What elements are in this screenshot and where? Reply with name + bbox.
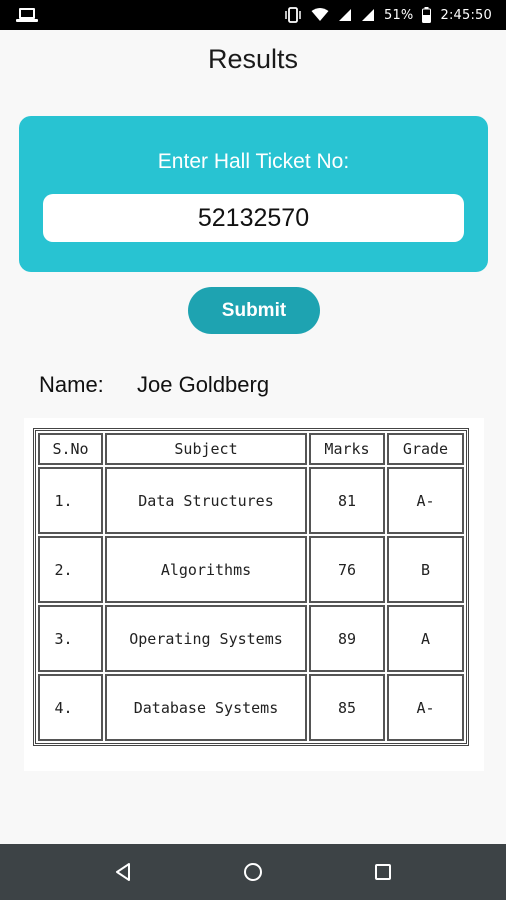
home-icon: [244, 863, 262, 881]
battery-percent: 51%: [383, 7, 414, 23]
cell-subject: Operating Systems: [105, 605, 307, 672]
header-marks: Marks: [309, 433, 385, 465]
cell-grade: A-: [387, 674, 464, 741]
nav-home-button[interactable]: [233, 852, 273, 892]
hall-ticket-input[interactable]: [43, 194, 464, 242]
page-title: Results: [207, 44, 299, 74]
table-row: 4. Database Systems 85 A-: [38, 674, 464, 741]
cell-grade: A: [387, 605, 464, 672]
table-row: 3. Operating Systems 89 A: [38, 605, 464, 672]
back-icon: [116, 863, 130, 881]
clock: 2:45:50: [440, 7, 492, 23]
status-bar: 51% 2:45:50: [0, 0, 506, 30]
results-table: S.No Subject Marks Grade 1. Data Structu…: [33, 428, 469, 746]
ticket-card: Enter Hall Ticket No:: [19, 116, 488, 272]
results-table-container: S.No Subject Marks Grade 1. Data Structu…: [24, 418, 484, 771]
header-grade: Grade: [387, 433, 464, 465]
nav-recents-button[interactable]: [363, 852, 403, 892]
student-name: Joe Goldberg: [137, 372, 270, 397]
submit-button[interactable]: Submit: [188, 287, 320, 334]
name-label: Name:: [39, 372, 104, 397]
laptop-icon: [16, 7, 38, 23]
table-header-row: S.No Subject Marks Grade: [38, 433, 464, 465]
cell-grade: B: [387, 536, 464, 603]
cell-sno: 3.: [38, 605, 103, 672]
header-sno: S.No: [38, 433, 103, 465]
nav-back-button[interactable]: [103, 852, 143, 892]
table-row: 2. Algorithms 76 B: [38, 536, 464, 603]
cell-sno: 1.: [38, 467, 103, 534]
system-nav-bar: [0, 844, 506, 900]
cell-marks: 89: [309, 605, 385, 672]
cell-grade: A-: [387, 467, 464, 534]
cell-marks: 76: [309, 536, 385, 603]
signal-icon: [361, 9, 374, 21]
recents-icon: [375, 864, 391, 880]
header-subject: Subject: [105, 433, 307, 465]
battery-icon: [422, 7, 432, 23]
cell-marks: 81: [309, 467, 385, 534]
cell-sno: 4.: [38, 674, 103, 741]
student-name-row: Name: Joe Goldberg: [39, 372, 269, 398]
cell-subject: Database Systems: [105, 674, 307, 741]
cell-marks: 85: [309, 674, 385, 741]
cell-subject: Data Structures: [105, 467, 307, 534]
cell-subject: Algorithms: [105, 536, 307, 603]
wifi-icon: [311, 8, 329, 21]
table-row: 1. Data Structures 81 A-: [38, 467, 464, 534]
vibrate-icon: [285, 7, 301, 23]
signal-icon: [338, 9, 351, 21]
cell-sno: 2.: [38, 536, 103, 603]
ticket-label: Enter Hall Ticket No:: [157, 150, 350, 173]
